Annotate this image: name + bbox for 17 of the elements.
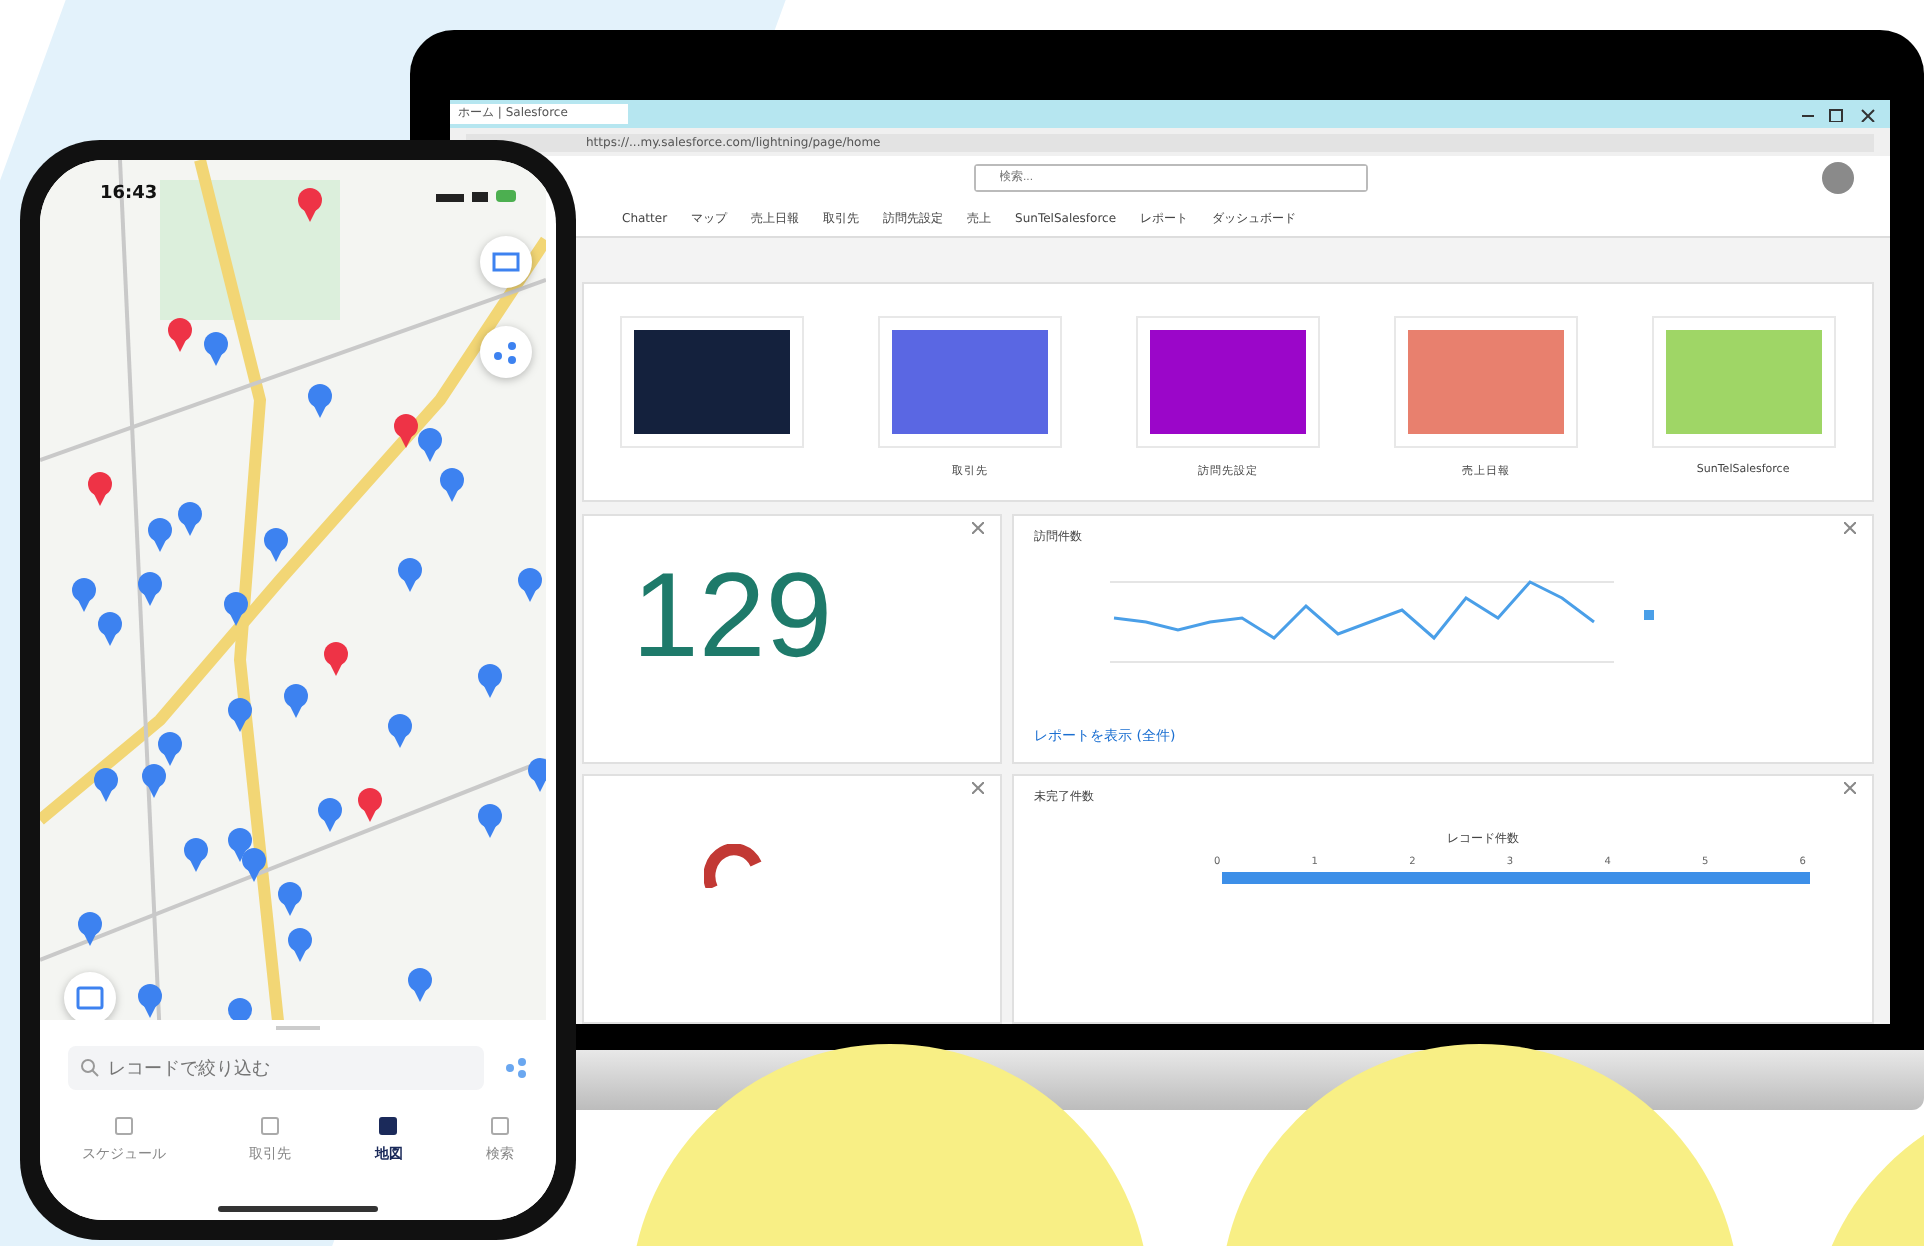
screen-icon[interactable] xyxy=(480,236,532,288)
avatar-icon[interactable] xyxy=(1822,162,1854,194)
close-icon[interactable] xyxy=(1844,522,1856,534)
close-icon[interactable] xyxy=(972,782,984,794)
search-field[interactable]: レコードで絞り込む xyxy=(68,1046,484,1090)
filter-icon[interactable] xyxy=(504,1056,528,1080)
close-icon[interactable] xyxy=(1844,782,1856,794)
share-icon[interactable] xyxy=(480,326,532,378)
app-tile[interactable] xyxy=(620,316,805,448)
close-icon[interactable] xyxy=(972,522,984,534)
app-tile[interactable] xyxy=(878,316,1063,448)
app-tile[interactable] xyxy=(1651,316,1836,448)
status-icons xyxy=(436,188,516,204)
app-tile[interactable] xyxy=(1135,316,1320,448)
metric-value: 129 xyxy=(632,556,833,676)
app-tile[interactable] xyxy=(1393,316,1578,448)
status-time: 16:43 xyxy=(100,184,158,204)
